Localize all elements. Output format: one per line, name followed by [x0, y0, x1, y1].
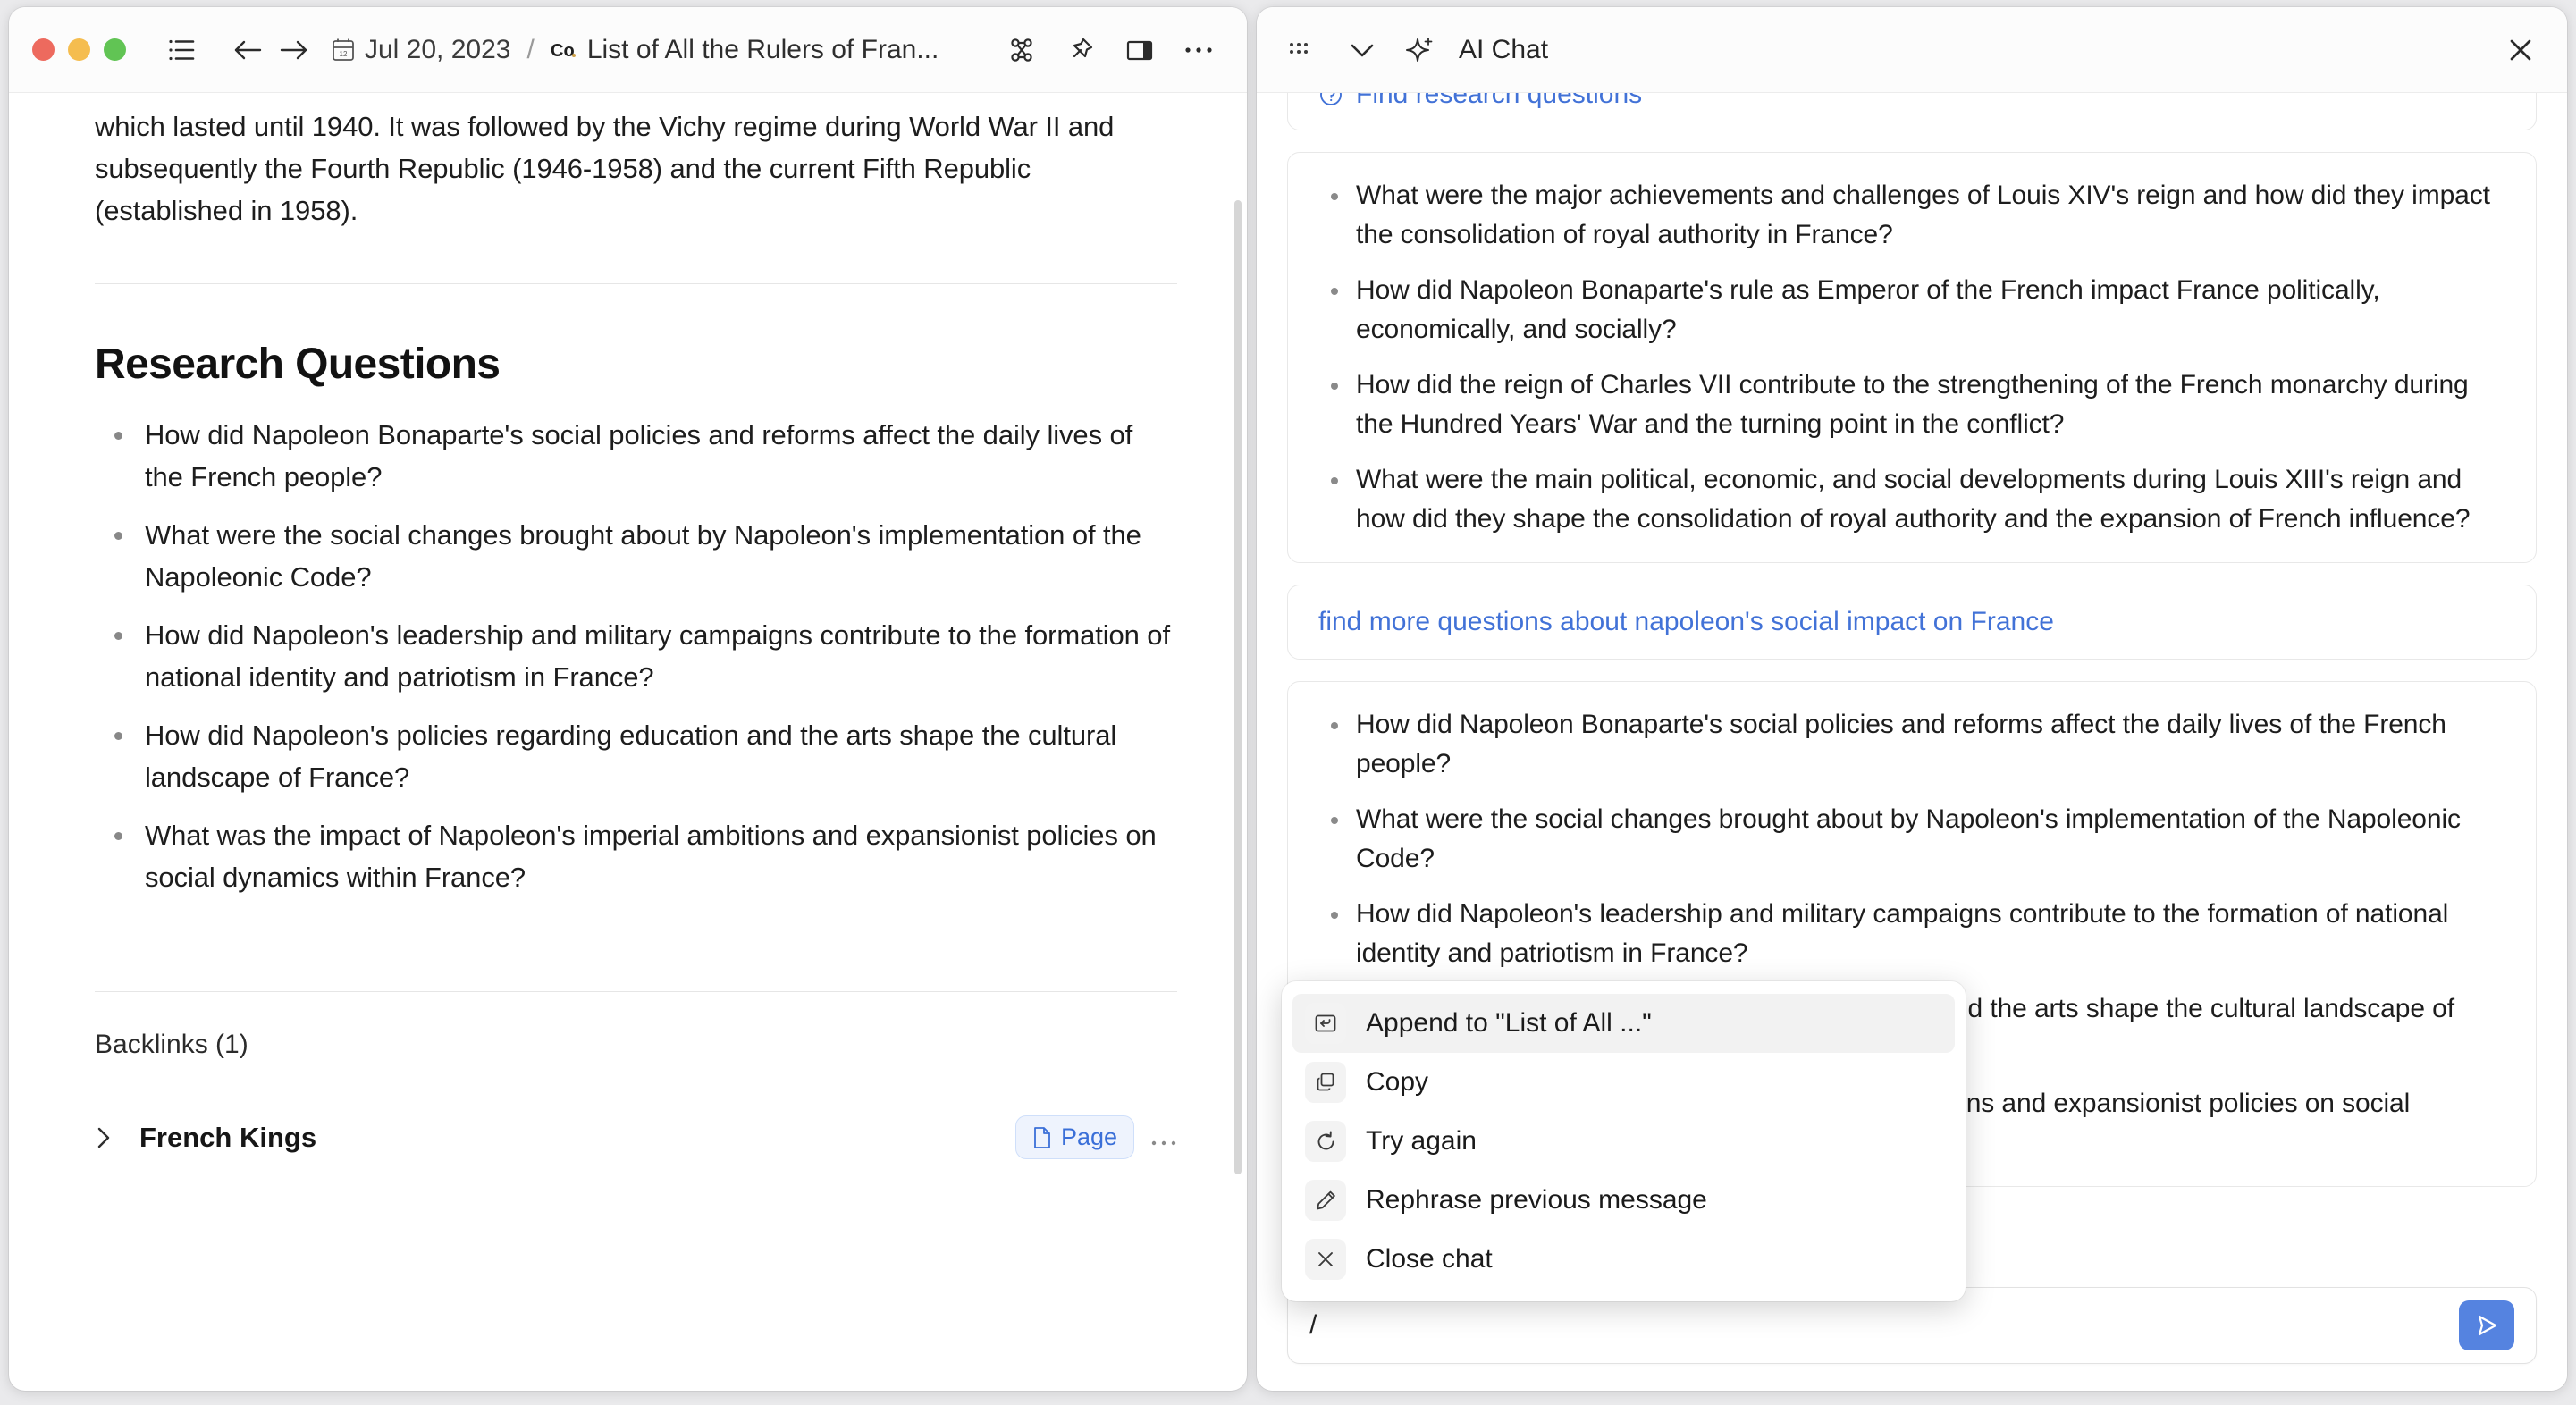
grid-dots-icon[interactable]	[1276, 27, 1323, 73]
context-menu-item-rephrase[interactable]: Rephrase previous message	[1292, 1171, 1955, 1230]
send-button[interactable]	[2459, 1300, 2514, 1350]
backlinks-title: Backlinks (1)	[95, 1030, 1177, 1060]
arrow-right-icon[interactable]	[271, 27, 317, 73]
chat-user-card[interactable]: find more questions about napoleon's soc…	[1287, 585, 2537, 660]
backlink-name[interactable]: French Kings	[139, 1122, 316, 1154]
chevron-down-icon[interactable]	[1339, 27, 1385, 73]
chat-input[interactable]: /	[1309, 1310, 2459, 1341]
list-item[interactable]: What were the social changes brought abo…	[1318, 800, 2505, 879]
list-item[interactable]: What was the impact of Napoleon's imperi…	[95, 814, 1177, 898]
backlink-row[interactable]: French Kings Page	[95, 1115, 1177, 1159]
ai-chat-title: AI Chat	[1459, 35, 1548, 65]
context-menu-item-label: Copy	[1366, 1067, 1428, 1098]
list-item[interactable]: What were the social changes brought abo…	[95, 514, 1177, 598]
pin-icon[interactable]	[1057, 27, 1104, 73]
minimize-window-button[interactable]	[68, 38, 90, 61]
document-toolbar-actions	[998, 27, 1222, 73]
breadcrumb: 12 Jul 20, 2023 / Co List of All the Rul…	[332, 35, 998, 65]
backlink-more-icon[interactable]	[1150, 1120, 1177, 1155]
svg-text:12: 12	[340, 50, 348, 58]
chevron-right-icon[interactable]	[95, 1124, 125, 1151]
list-item[interactable]: How did Napoleon Bonaparte's social poli…	[1318, 705, 2505, 784]
maximize-window-button[interactable]	[104, 38, 126, 61]
chat-answer-list: What were the major achievements and cha…	[1318, 176, 2505, 539]
list-item[interactable]: How did Napoleon Bonaparte's rule as Emp…	[1318, 271, 2505, 349]
document-scrollbar[interactable]	[1234, 200, 1242, 1174]
collection-icon: Co	[551, 39, 577, 61]
list-item[interactable]: How did Napoleon's policies regarding ed…	[95, 714, 1177, 798]
list-item[interactable]: How did Napoleon's leadership and milita…	[95, 614, 1177, 698]
window-traffic-lights	[32, 38, 126, 61]
ai-sparkle-icon	[1402, 27, 1439, 73]
page-title: List of All the Rulers of Fran...	[587, 35, 939, 65]
document-paragraph: which lasted until 1940. It was followed…	[95, 105, 1177, 231]
page-badge-label: Page	[1061, 1123, 1117, 1151]
document-window: 12 Jul 20, 2023 / Co List of All the Rul…	[9, 7, 1247, 1391]
context-menu-item-copy[interactable]: Copy	[1292, 1053, 1955, 1112]
context-menu-item-label: Rephrase previous message	[1366, 1185, 1707, 1216]
spacer	[1287, 660, 2537, 681]
context-menu[interactable]: Append to "List of All ..." Copy Try aga…	[1282, 981, 1966, 1301]
section-divider	[95, 283, 1177, 284]
chat-prompt-card[interactable]: Find research questions	[1287, 93, 2537, 130]
graph-share-icon[interactable]	[998, 27, 1045, 73]
list-item[interactable]: What were the main political, economic, …	[1318, 460, 2505, 539]
svg-text:Co: Co	[551, 41, 575, 61]
research-questions-heading: Research Questions	[95, 340, 1177, 389]
split-view-icon[interactable]	[1116, 27, 1163, 73]
close-x-icon	[1305, 1239, 1346, 1280]
question-circle-icon	[1318, 93, 1343, 107]
calendar-icon: 12	[332, 38, 355, 62]
spacer	[1287, 130, 2537, 152]
context-menu-item-append[interactable]: Append to "List of All ..."	[1292, 994, 1955, 1053]
document-titlebar: 12 Jul 20, 2023 / Co List of All the Rul…	[9, 7, 1247, 93]
research-questions-list: How did Napoleon Bonaparte's social poli…	[95, 414, 1177, 898]
breadcrumb-date[interactable]: 12 Jul 20, 2023	[332, 35, 510, 65]
document-body: which lasted until 1940. It was followed…	[9, 93, 1247, 1391]
context-menu-item-close-chat[interactable]: Close chat	[1292, 1230, 1955, 1289]
chat-answer-card[interactable]: What were the major achievements and cha…	[1287, 152, 2537, 563]
more-horizontal-icon[interactable]	[1175, 27, 1222, 73]
page-badge[interactable]: Page	[1015, 1115, 1134, 1159]
document-scroll-area[interactable]: which lasted until 1940. It was followed…	[9, 93, 1247, 1391]
context-menu-item-try-again[interactable]: Try again	[1292, 1112, 1955, 1171]
ai-chat-titlebar: AI Chat	[1257, 7, 2567, 93]
list-item[interactable]: What were the major achievements and cha…	[1318, 176, 2505, 255]
context-menu-item-label: Close chat	[1366, 1244, 1493, 1275]
close-window-button[interactable]	[32, 38, 55, 61]
backlinks-divider	[95, 991, 1177, 992]
context-menu-item-label: Try again	[1366, 1126, 1477, 1157]
desktop-background: 12 Jul 20, 2023 / Co List of All the Rul…	[0, 0, 2576, 1405]
chat-prompt-row[interactable]: Find research questions	[1318, 93, 2505, 110]
pencil-icon	[1305, 1180, 1346, 1221]
copy-icon	[1305, 1062, 1346, 1103]
breadcrumb-date-label: Jul 20, 2023	[365, 35, 510, 65]
list-item[interactable]: How did the reign of Charles VII contrib…	[1318, 366, 2505, 444]
append-enter-icon	[1305, 1003, 1346, 1044]
list-item[interactable]: How did Napoleon's leadership and milita…	[1318, 895, 2505, 973]
page-icon	[1032, 1126, 1052, 1149]
refresh-ccw-icon	[1305, 1121, 1346, 1162]
context-menu-item-label: Append to "List of All ..."	[1366, 1008, 1652, 1039]
list-item[interactable]: How did Napoleon Bonaparte's social poli…	[95, 414, 1177, 498]
breadcrumb-separator: /	[526, 35, 534, 65]
chat-prompt-label: Find research questions	[1356, 93, 1642, 110]
close-icon[interactable]	[2497, 27, 2544, 73]
spacer	[1287, 563, 2537, 585]
breadcrumb-page[interactable]: Co List of All the Rulers of Fran...	[551, 35, 939, 65]
arrow-left-icon[interactable]	[224, 27, 271, 73]
chat-user-message: find more questions about napoleon's soc…	[1318, 607, 2505, 637]
list-sidebar-icon[interactable]	[158, 27, 205, 73]
